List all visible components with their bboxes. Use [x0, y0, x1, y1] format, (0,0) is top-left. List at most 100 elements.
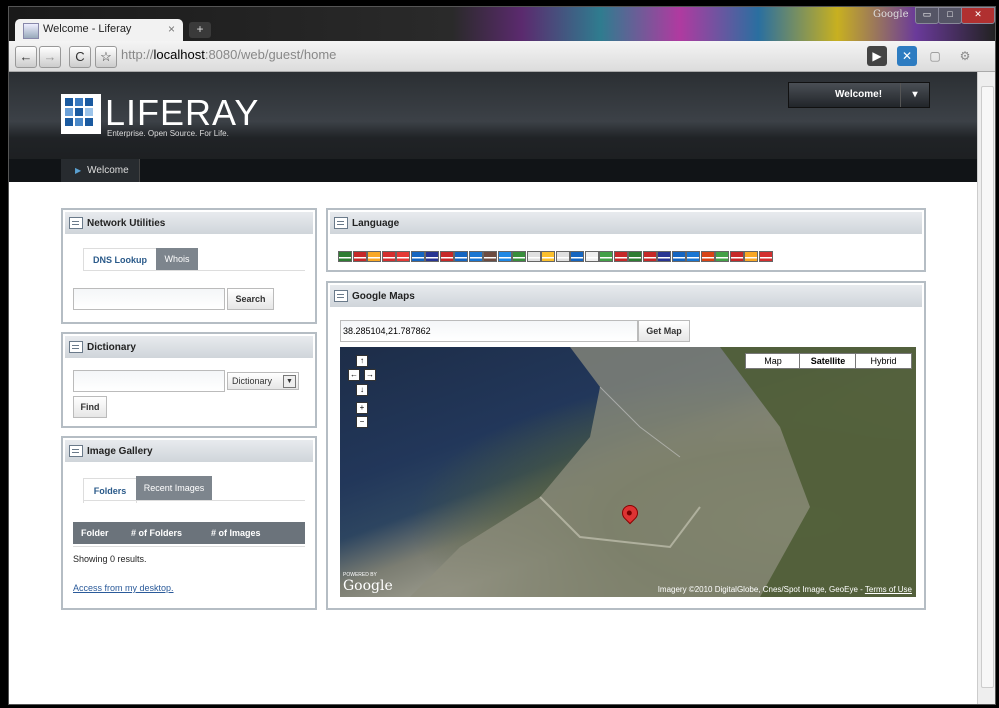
col-num-folders[interactable]: # of Folders — [131, 528, 182, 538]
minimize-button[interactable]: ▭ — [915, 7, 939, 24]
main-navigation: ▶ Welcome — [9, 159, 977, 182]
play-icon[interactable]: ▶ — [867, 46, 887, 66]
pan-left-icon[interactable]: ← — [348, 369, 360, 381]
map-canvas[interactable]: ↑ ← → ↓ + − Map Satellite Hybrid POWERED… — [340, 347, 916, 597]
zoom-in-icon[interactable]: + — [356, 402, 368, 414]
language-flag-icon[interactable] — [512, 251, 526, 262]
language-flag-icon[interactable] — [396, 251, 410, 262]
language-flag-icon[interactable] — [526, 251, 541, 262]
divider — [83, 500, 305, 501]
forward-button[interactable]: → — [39, 46, 61, 68]
imagery-credit-text: Imagery ©2010 DigitalGlobe, Cnes/Spot Im… — [657, 585, 865, 594]
col-folder[interactable]: Folder — [81, 528, 109, 538]
browser-tab[interactable]: Welcome - Liferay × — [15, 19, 183, 41]
language-flag-icon[interactable] — [657, 251, 671, 262]
portlet-title-bar: Image Gallery — [65, 440, 313, 462]
google-maps-logo[interactable]: POWERED BY Google — [343, 572, 393, 594]
language-flag-icon[interactable] — [483, 251, 497, 262]
language-flag-icon[interactable] — [715, 251, 729, 262]
col-num-images[interactable]: # of Images — [211, 528, 261, 538]
language-flag-icon[interactable] — [686, 251, 700, 262]
language-flag-icon[interactable] — [367, 251, 381, 262]
dock-menu-icon[interactable]: ▾ — [900, 83, 929, 107]
wrench-icon[interactable]: ⚙ — [955, 46, 975, 66]
nav-item-welcome[interactable]: ▶ Welcome — [61, 159, 140, 182]
dictionary-word-input[interactable] — [73, 370, 225, 392]
extension-icon[interactable]: ✕ — [897, 46, 917, 66]
browser-toolbar: ← → C ☆ http://localhost:8080/web/guest/… — [9, 41, 995, 72]
results-count: Showing 0 results. — [73, 554, 147, 564]
map-type-satellite[interactable]: Satellite — [799, 353, 857, 369]
divider — [73, 546, 305, 547]
google-maps-portlet: Google Maps 38.285104,21.787862 Get Map … — [326, 281, 926, 610]
pan-right-icon[interactable]: → — [364, 369, 376, 381]
portlet-title: Network Utilities — [87, 218, 166, 229]
language-flag-icon[interactable] — [613, 251, 628, 262]
portlet-icon — [334, 290, 348, 302]
dns-search-input[interactable] — [73, 288, 225, 310]
maximize-button[interactable]: □ — [938, 7, 962, 24]
dictionary-portlet: Dictionary Dictionary ▼ Find — [61, 332, 317, 428]
pan-down-icon[interactable]: ↓ — [356, 384, 368, 396]
language-flag-icon[interactable] — [570, 251, 584, 262]
language-flag-icon[interactable] — [381, 251, 396, 262]
map-type-map[interactable]: Map — [745, 353, 801, 369]
find-button[interactable]: Find — [73, 396, 107, 418]
language-flag-icon[interactable] — [671, 251, 686, 262]
favicon-icon — [23, 23, 39, 39]
divider — [83, 270, 305, 271]
portlet-icon — [69, 217, 83, 229]
desktop-access-link[interactable]: Access from my desktop. — [73, 583, 174, 593]
language-flag-icon[interactable] — [439, 251, 454, 262]
tab-dns-lookup[interactable]: DNS Lookup — [83, 248, 157, 271]
language-flag-icon[interactable] — [599, 251, 613, 262]
language-flag-icon[interactable] — [425, 251, 439, 262]
title-bar: Welcome - Liferay × + Google ▭ □ ✕ — [9, 7, 995, 41]
language-flag-icon[interactable] — [497, 251, 512, 262]
zoom-out-icon[interactable]: − — [356, 416, 368, 428]
scrollbar-thumb[interactable] — [981, 86, 994, 688]
new-tab-button[interactable]: + — [189, 22, 211, 38]
pan-up-icon[interactable]: ↑ — [356, 355, 368, 367]
map-type-hybrid[interactable]: Hybrid — [855, 353, 912, 369]
google-brand-tag: Google — [873, 9, 909, 20]
google-logo: Google — [343, 578, 393, 594]
bookmark-star-icon[interactable]: ☆ — [95, 46, 117, 68]
search-button[interactable]: Search — [227, 288, 274, 310]
portlet-title-bar: Network Utilities — [65, 212, 313, 234]
language-flag-icon[interactable] — [584, 251, 599, 262]
address-bar[interactable]: http://localhost:8080/web/guest/home — [121, 47, 861, 62]
portlet-icon — [69, 341, 83, 353]
logo-mark-icon — [61, 94, 101, 134]
coordinates-input[interactable]: 38.285104,21.787862 — [340, 320, 638, 342]
language-flag-icon[interactable] — [642, 251, 657, 262]
portlet-title-bar: Language — [330, 212, 922, 234]
tab-whois[interactable]: Whois — [156, 248, 198, 270]
back-button[interactable]: ← — [15, 46, 37, 68]
vertical-scrollbar[interactable] — [977, 72, 995, 704]
language-flag-icon[interactable] — [700, 251, 715, 262]
reload-icon[interactable]: C — [69, 46, 91, 68]
language-flag-icon[interactable] — [758, 251, 773, 262]
tab-close-icon[interactable]: × — [168, 22, 175, 36]
nav-arrow-icon: ▶ — [75, 166, 82, 175]
welcome-dock[interactable]: Welcome! ▾ — [788, 82, 930, 108]
tab-title: Welcome - Liferay — [43, 23, 132, 35]
tab-recent-images[interactable]: Recent Images — [136, 476, 212, 500]
language-flag-icon[interactable] — [352, 251, 367, 262]
language-flag-icon[interactable] — [468, 251, 483, 262]
language-flag-icon[interactable] — [555, 251, 570, 262]
language-flag-icon[interactable] — [454, 251, 468, 262]
close-window-button[interactable]: ✕ — [961, 7, 995, 24]
page-menu-icon[interactable]: ▢ — [925, 46, 945, 66]
dictionary-select[interactable]: Dictionary ▼ — [227, 372, 299, 390]
get-map-button[interactable]: Get Map — [638, 320, 690, 342]
language-flag-icon[interactable] — [744, 251, 758, 262]
language-flag-icon[interactable] — [541, 251, 555, 262]
language-flag-icon[interactable] — [338, 251, 352, 262]
language-flag-icon[interactable] — [410, 251, 425, 262]
portlet-title: Image Gallery — [87, 446, 153, 457]
language-flag-icon[interactable] — [729, 251, 744, 262]
language-flag-icon[interactable] — [628, 251, 642, 262]
terms-of-use-link[interactable]: Terms of Use — [865, 585, 912, 594]
